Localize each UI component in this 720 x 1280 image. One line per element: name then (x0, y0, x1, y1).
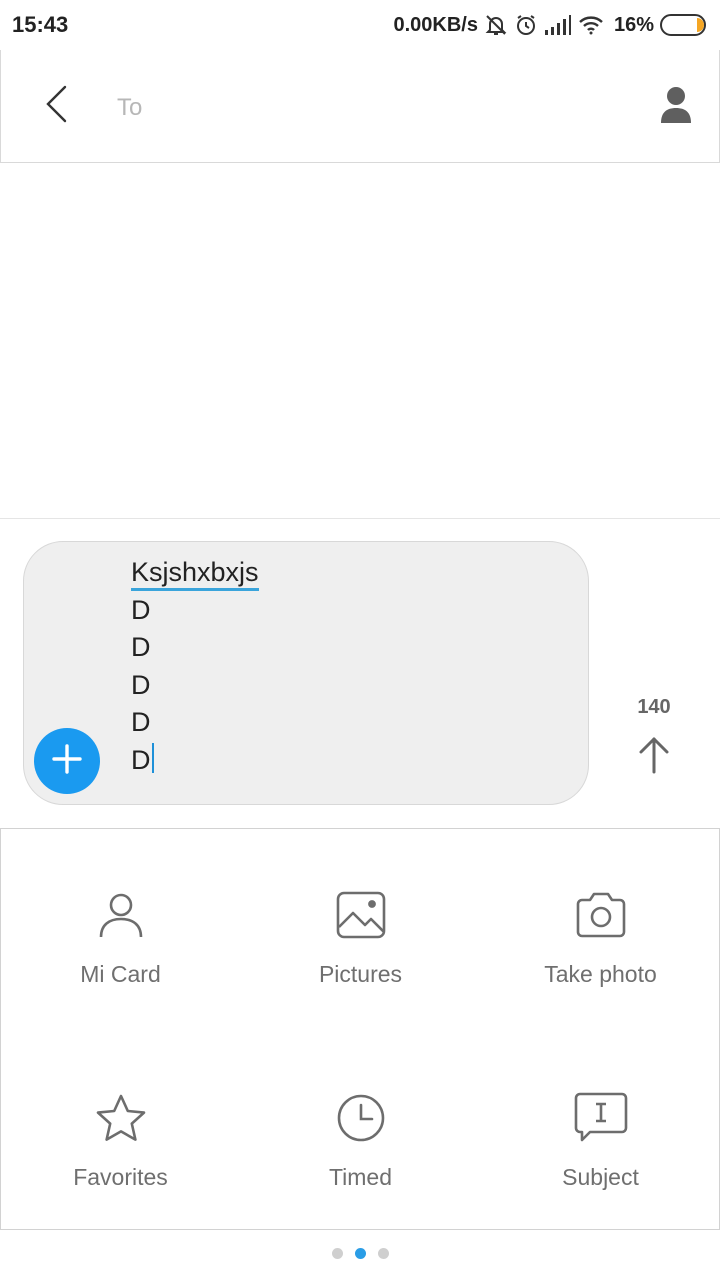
battery-percentage: 16% (613, 13, 654, 36)
subject-label: Subject (562, 1164, 639, 1190)
message-line: Ksjshxbxjs (131, 554, 259, 592)
message-line: D (131, 707, 151, 738)
network-speed: 0.00KB/s (393, 13, 478, 36)
picture-icon (241, 887, 480, 943)
attachment-panel: Mi Card Pictures Take photo Favorites Ti… (0, 828, 720, 1230)
timed-label: Timed (328, 1164, 393, 1190)
favorites-option[interactable]: Favorites (1, 1032, 240, 1232)
pictures-option[interactable]: Pictures (241, 829, 480, 1029)
alarm-icon (514, 13, 538, 37)
recipient-header (0, 50, 720, 163)
character-counter: 140 (637, 696, 671, 718)
recipient-input[interactable] (117, 88, 597, 128)
timed-option[interactable]: Timed (241, 1032, 480, 1232)
message-line-text: Ksjshxbxjs (131, 556, 259, 591)
send-arrow-icon (638, 736, 670, 779)
contact-icon (660, 86, 692, 129)
pictures-label: Pictures (318, 961, 403, 987)
person-card-icon (1, 887, 240, 943)
clock-icon (241, 1090, 480, 1146)
message-compose-box[interactable]: Ksjshxbxjs D D D D D (23, 541, 589, 805)
send-button[interactable] (628, 732, 680, 782)
mi-card-option[interactable]: Mi Card (1, 829, 240, 1029)
add-attachment-button[interactable] (34, 728, 100, 794)
status-icons: 0.00KB/s 16% (393, 10, 708, 40)
back-arrow-icon (45, 85, 67, 128)
page-dot[interactable] (331, 1248, 343, 1259)
conversation-divider (0, 518, 720, 519)
signal-icon (544, 14, 572, 36)
message-line: D (131, 594, 151, 625)
camera-icon (481, 887, 720, 943)
message-line: D (131, 669, 151, 700)
message-text[interactable]: Ksjshxbxjs D D D D D (131, 554, 259, 780)
subject-option[interactable]: Subject (481, 1032, 720, 1232)
message-line: D (131, 742, 259, 780)
silent-bell-icon (484, 13, 508, 37)
subject-icon (481, 1090, 720, 1146)
take-photo-label: Take photo (544, 961, 657, 987)
status-bar: 15:43 0.00KB/s 16% (0, 0, 720, 50)
page-dot[interactable] (377, 1248, 389, 1259)
page-indicator (0, 1248, 720, 1264)
message-line: D (131, 632, 151, 663)
battery-icon (660, 13, 708, 37)
plus-icon (52, 743, 82, 779)
text-caret (151, 742, 154, 773)
back-button[interactable] (31, 76, 81, 136)
star-icon (1, 1090, 240, 1146)
mi-card-label: Mi Card (80, 961, 161, 987)
message-line-text: D (131, 744, 151, 775)
status-time: 15:43 (12, 12, 69, 37)
wifi-icon (578, 14, 604, 36)
favorites-label: Favorites (73, 1164, 168, 1190)
take-photo-option[interactable]: Take photo (481, 829, 720, 1029)
page-dot-active[interactable] (354, 1248, 366, 1259)
add-contact-button[interactable] (653, 82, 699, 132)
